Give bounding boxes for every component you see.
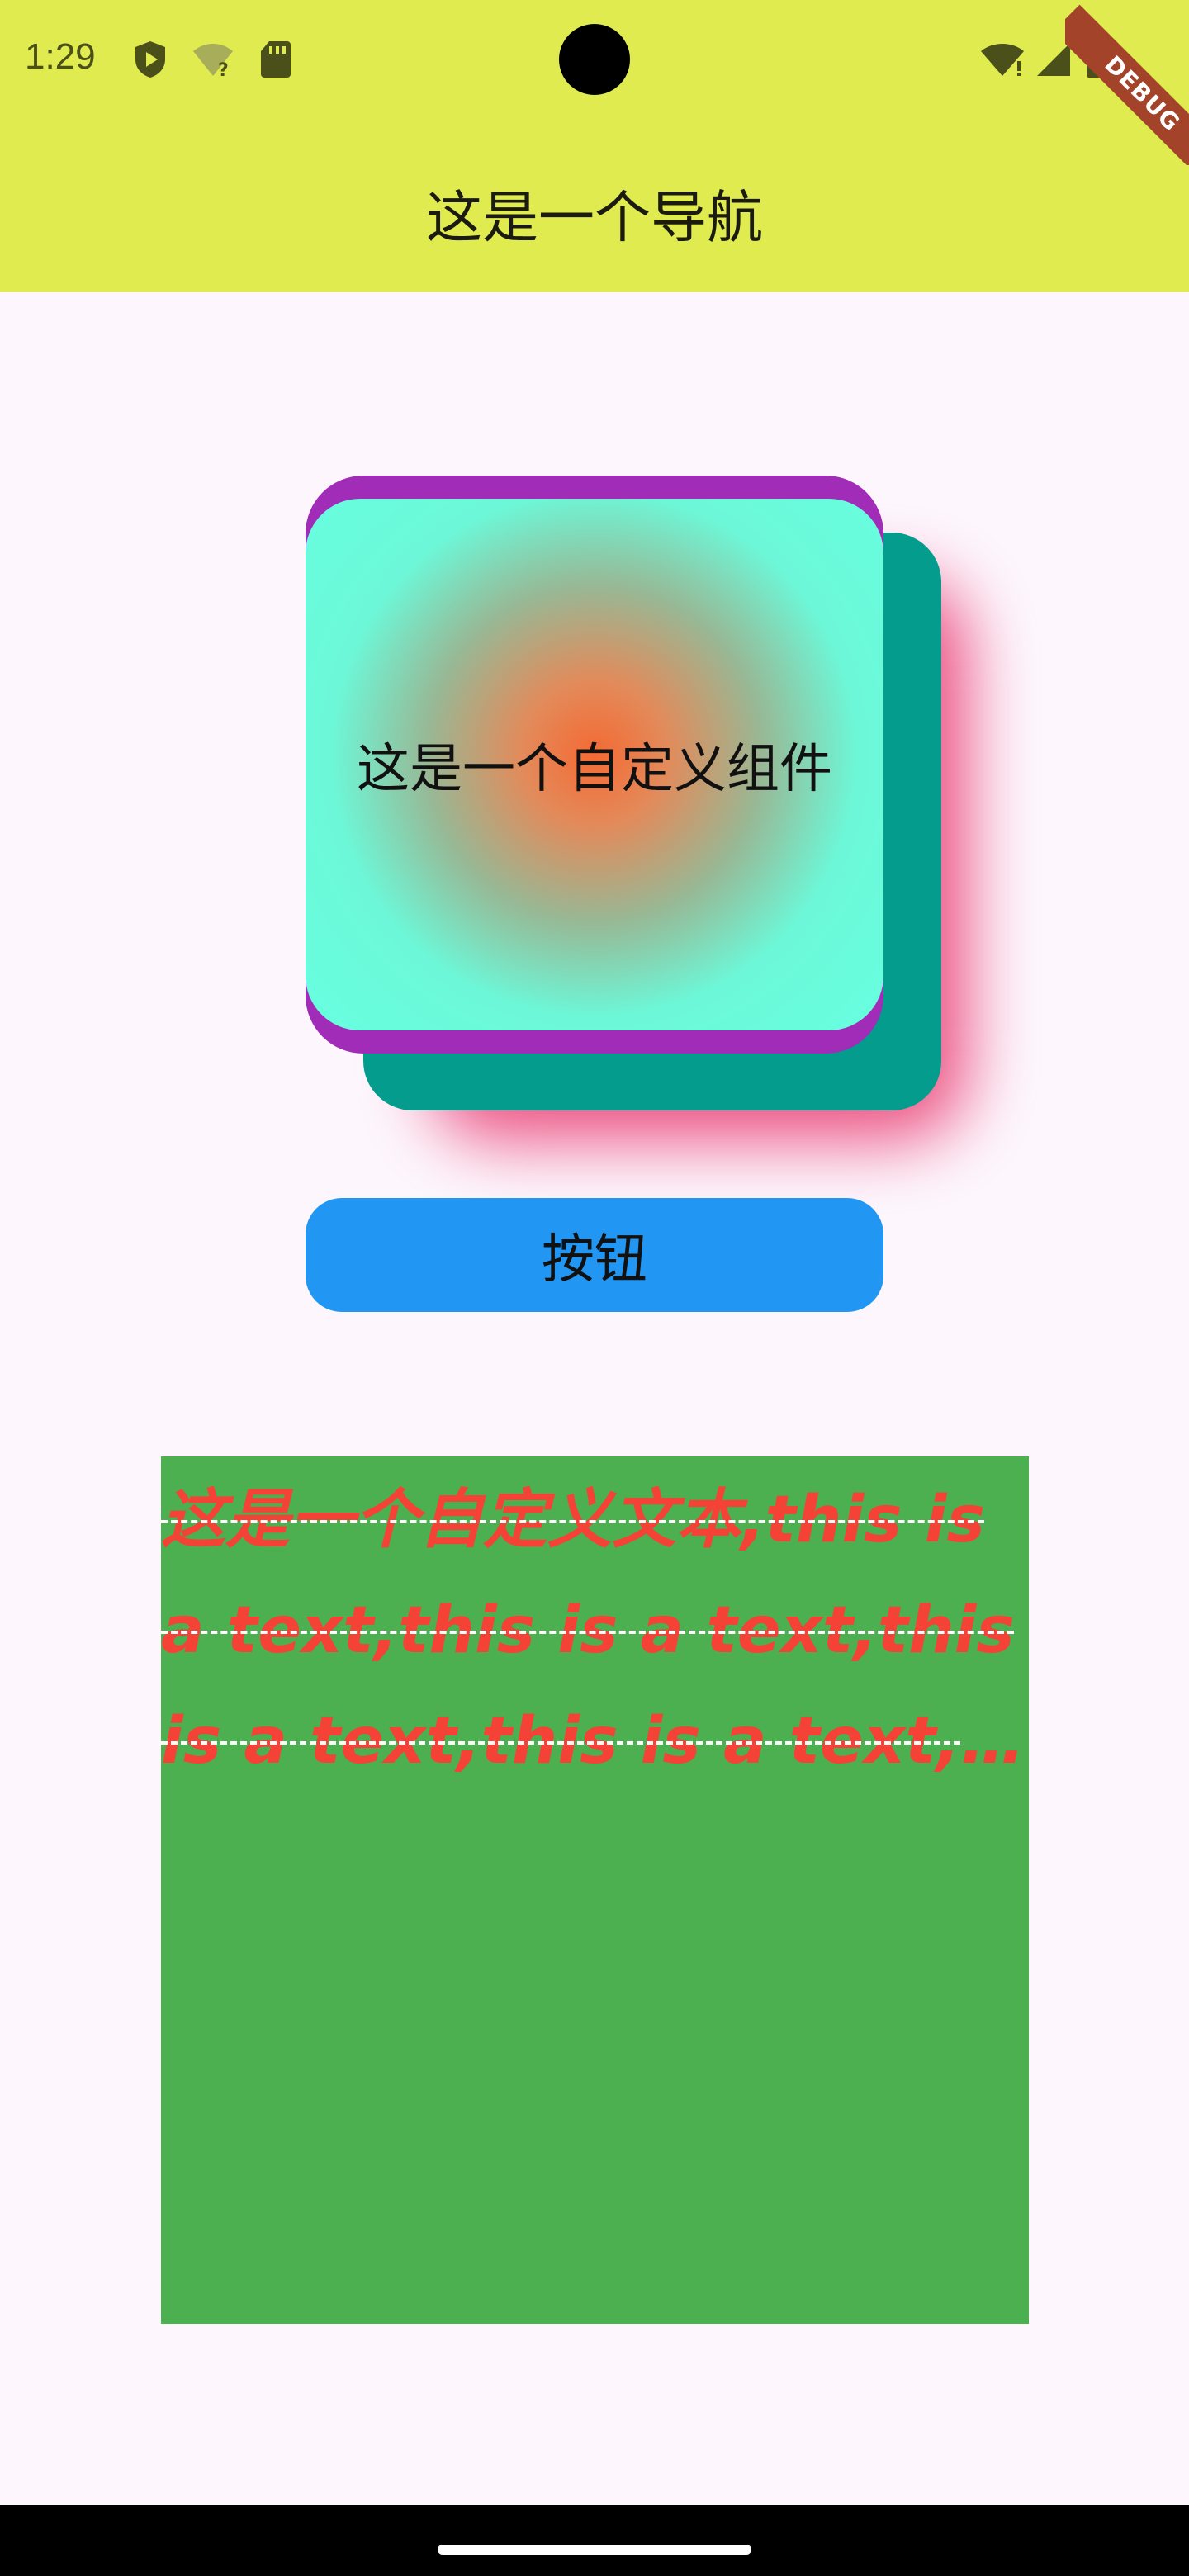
sd-card-icon xyxy=(259,40,292,83)
custom-component-card: 这是一个自定义组件 xyxy=(306,476,883,1054)
main-button[interactable]: 按钮 xyxy=(306,1198,883,1312)
debug-label: DEBUG xyxy=(1065,4,1189,165)
wifi-unknown-icon: ? xyxy=(190,40,236,83)
page-title: 这是一个导航 xyxy=(425,186,763,251)
svg-text:?: ? xyxy=(218,60,229,79)
status-time: 1:29 xyxy=(25,36,96,77)
card-gradient-surface: 这是一个自定义组件 xyxy=(306,499,883,1030)
app-header: 1:29 ? DEBUG 这是一个导航 xyxy=(0,0,1189,292)
play-protect-icon xyxy=(132,40,168,83)
custom-text: 这是一个自定义文本,this is a text,this is a text,… xyxy=(161,1483,1015,1778)
card-label: 这是一个自定义组件 xyxy=(357,739,832,800)
custom-text-container: 这是一个自定义文本,this is a text,this is a text,… xyxy=(161,1456,1029,2324)
system-nav-bar xyxy=(0,2505,1189,2576)
debug-banner: DEBUG xyxy=(1065,0,1189,165)
wifi-icon xyxy=(979,40,1026,83)
home-gesture-handle[interactable] xyxy=(438,2545,751,2555)
camera-cutout xyxy=(559,24,630,95)
